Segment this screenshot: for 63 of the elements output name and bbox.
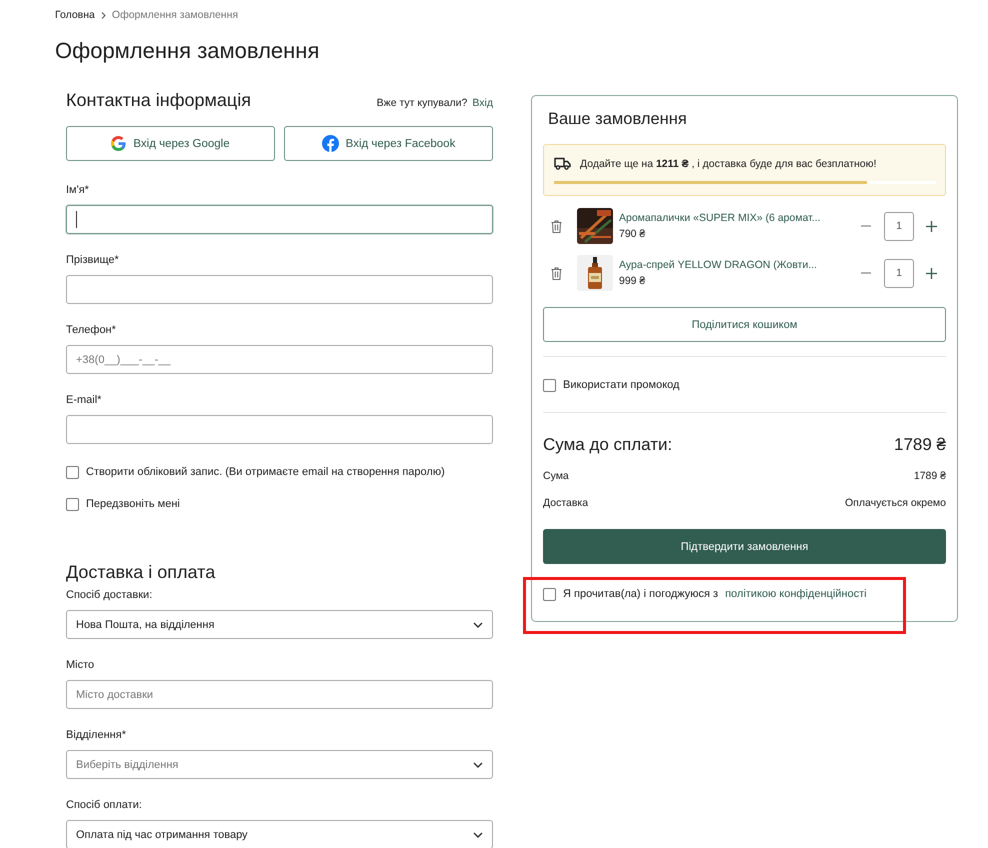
section-title: Контактна інформація — [66, 90, 251, 111]
breadcrumb-link[interactable]: Головна — [55, 9, 95, 21]
input-field[interactable] — [66, 415, 493, 444]
google-logo-icon — [111, 136, 126, 151]
summary-value: Оплачується окремо — [845, 497, 946, 511]
select-field[interactable]: Виберіть відділення — [66, 750, 493, 779]
facebook-logo-icon — [322, 135, 339, 152]
trash-icon[interactable] — [551, 266, 562, 280]
total-label: Сума до сплати: — [543, 435, 672, 456]
trash-icon[interactable] — [551, 220, 562, 232]
product-name[interactable]: Аура-спрей YELLOW DRAGON (Жовти... — [619, 259, 847, 271]
quantity-field[interactable]: 1 — [884, 212, 914, 240]
minus-icon[interactable] — [861, 272, 871, 274]
plus-icon[interactable] — [926, 268, 937, 278]
input-field[interactable]: Місто доставки — [66, 680, 493, 709]
quantity-field[interactable]: 1 — [884, 258, 914, 288]
summary-label: Сума — [543, 470, 569, 484]
product-price: 790 ₴ — [619, 228, 646, 240]
checkbox[interactable] — [66, 498, 79, 510]
checkbox[interactable] — [543, 378, 556, 392]
breadcrumb-link[interactable]: Оформлення замовлення — [112, 9, 238, 21]
chevron-down-icon — [473, 832, 483, 838]
input-field[interactable] — [66, 205, 493, 234]
product-price: 999 ₴ — [619, 275, 646, 287]
consent-text: Я прочитав(ла) і погоджуюся з — [563, 588, 718, 600]
chevron-down-icon — [473, 622, 483, 628]
field-label: Ім'я* — [66, 183, 90, 198]
social-login-button[interactable]: Вхід через Facebook — [284, 126, 493, 161]
notice-text: Додайте ще на 1211 ₴ , і доставка буде для вас безплатною! — [580, 158, 876, 170]
input-field[interactable] — [66, 275, 493, 304]
confirm-order-button[interactable]: Підтвердити замовлення — [543, 529, 946, 564]
privacy-policy-link[interactable]: політикою конфіденційності — [725, 588, 867, 600]
login-link[interactable]: Вхід — [472, 97, 493, 109]
social-login-button[interactable]: Вхід через Google — [66, 126, 275, 161]
field-label: Відділення* — [66, 728, 127, 743]
login-prompt: Вже тут купували? — [376, 97, 468, 109]
total-value: 1789 ₴ — [894, 435, 946, 456]
summary-label: Доставка — [543, 497, 588, 511]
chevron-right-icon — [100, 12, 106, 18]
share-cart-button[interactable]: Поділитися кошиком — [543, 307, 946, 342]
field-label: Місто — [66, 658, 96, 673]
checkbox[interactable] — [543, 588, 556, 600]
checkbox-label: Створити обліковий запис. (Ви отримаєте email на створення паролю) — [86, 466, 445, 478]
field-label: Прізвище* — [66, 253, 120, 268]
minus-icon[interactable] — [861, 225, 871, 227]
plus-icon[interactable] — [926, 220, 937, 232]
checkbox[interactable] — [66, 466, 79, 478]
chevron-down-icon — [473, 762, 483, 768]
field-label: Телефон* — [66, 323, 117, 338]
truck-icon — [554, 157, 571, 170]
section-title: Доставка і оплата — [66, 562, 216, 583]
field-label: Спосіб доставки: — [66, 588, 154, 603]
field-label: Спосіб оплати: — [66, 798, 143, 813]
select-field[interactable]: Оплата під час отримання товару — [66, 820, 493, 848]
checkbox-label: Використати промокод — [563, 379, 680, 391]
field-label: E-mail* — [66, 393, 102, 408]
checkbox-label: Передзвоніть мені — [86, 498, 180, 510]
summary-value: 1789 ₴ — [914, 470, 946, 484]
product-name[interactable]: Аромапалички «SUPER MIX» (6 аромат... — [619, 212, 847, 224]
input-field[interactable]: +38(0__)___-__-__ — [66, 345, 493, 374]
card-title: Ваше замовлення — [548, 109, 688, 130]
page-title: Оформлення замовлення — [55, 38, 320, 65]
select-field[interactable]: Нова Пошта, на відділення — [66, 610, 493, 639]
